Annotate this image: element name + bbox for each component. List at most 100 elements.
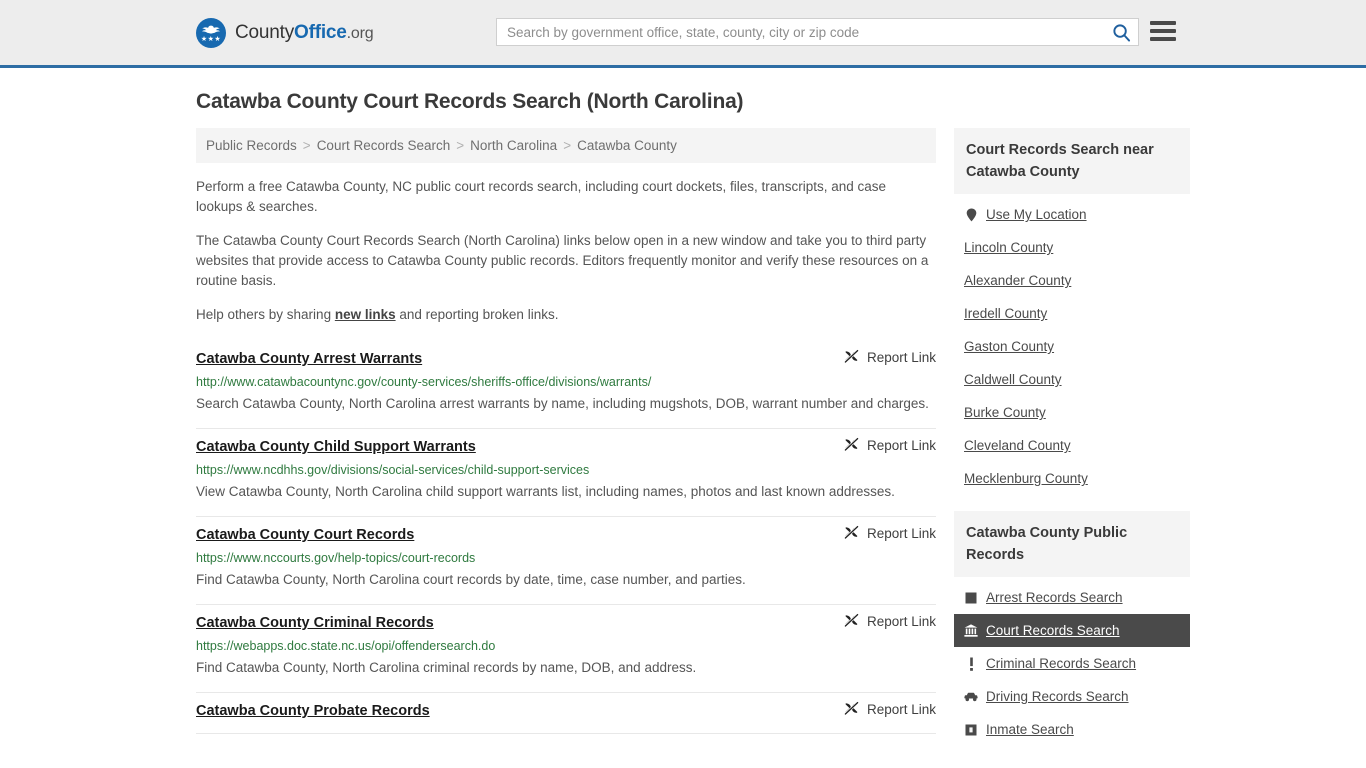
intro-section: Perform a free Catawba County, NC public… (196, 177, 936, 325)
eagle-icon (202, 25, 220, 34)
result-url-link[interactable]: http://www.catawbacountync.gov/county-se… (196, 374, 936, 390)
search-icon (1112, 23, 1130, 42)
car-icon (964, 690, 978, 704)
report-link-label: Report Link (866, 613, 936, 629)
breadcrumb-item[interactable]: Catawba County (577, 138, 677, 153)
result-header: Catawba County Child Support Warrants Rep… (196, 437, 936, 457)
broken-link-icon (844, 525, 859, 539)
logo-text-org: .org (346, 24, 374, 42)
sidebar-nearby-label[interactable]: Caldwell County (964, 372, 1062, 387)
map-pin-icon (964, 208, 978, 222)
breadcrumb-item[interactable]: Public Records (206, 138, 297, 153)
report-link-button[interactable]: Report Link (844, 701, 936, 717)
logo-stars: ★★★ (200, 35, 222, 43)
sidebar-nearby-label[interactable]: Alexander County (964, 273, 1071, 288)
result-description: Find Catawba County, North Carolina cour… (196, 572, 746, 587)
sidebar-nearby-item[interactable]: Burke County (954, 396, 1190, 429)
search-button[interactable] (1104, 19, 1138, 45)
result-url-link[interactable]: https://webapps.doc.state.nc.us/opi/offe… (196, 638, 936, 654)
sidebar-record-item[interactable]: Inmate Search (954, 713, 1190, 746)
report-link-button[interactable]: Report Link (844, 349, 936, 365)
breadcrumb: Public Records > Court Records Search > Nort… (196, 128, 936, 163)
sidebar-nearby-item[interactable]: Gaston County (954, 330, 1190, 363)
report-link-button[interactable]: Report Link (844, 437, 936, 453)
site-logo[interactable]: ★★★ CountyOffice.org (196, 17, 374, 48)
logo-wordmark: CountyOffice.org (235, 21, 374, 44)
breadcrumb-item[interactable]: North Carolina (470, 138, 557, 153)
result-url-link[interactable]: https://www.ncdhhs.gov/divisions/social-… (196, 462, 936, 478)
broken-link-icon (844, 613, 859, 627)
intro-p3-after: and reporting broken links. (395, 307, 559, 322)
broken-link-icon (844, 437, 859, 451)
sidebar-nearby-label[interactable]: Gaston County (964, 339, 1054, 354)
sidebar-nearby-item[interactable]: Iredell County (954, 297, 1190, 330)
sidebar-record-item[interactable]: Court Records Search (954, 614, 1190, 647)
sidebar-record-label[interactable]: Criminal Records Search (986, 656, 1136, 671)
breadcrumb-separator: > (563, 138, 572, 153)
result-header: Catawba County Probate Records Report Lin… (196, 701, 936, 721)
sidebar-nearby-label[interactable]: Iredell County (964, 306, 1047, 321)
broken-link-icon (844, 349, 859, 363)
courthouse-icon (964, 624, 978, 638)
sidebar-record-item[interactable]: Arrest Records Search (954, 581, 1190, 614)
sidebar-record-item[interactable]: Criminal Records Search (954, 647, 1190, 680)
report-link-button[interactable]: Report Link (844, 525, 936, 541)
report-link-label: Report Link (866, 525, 936, 541)
nearby-panel-heading: Court Records Search near Catawba County (954, 128, 1190, 194)
hamburger-bar (1150, 29, 1176, 33)
sidebar: Court Records Search near Catawba County… (954, 128, 1190, 762)
results-list: Catawba County Arrest Warrants Report Lin… (196, 345, 936, 734)
report-link-label: Report Link (866, 437, 936, 453)
result-header: Catawba County Court Records Report Link (196, 525, 936, 545)
sidebar-nearby-item[interactable]: Alexander County (954, 264, 1190, 297)
sidebar-record-label[interactable]: Driving Records Search (986, 689, 1129, 704)
logo-text-office: Office (294, 21, 347, 43)
main-column: Public Records > Court Records Search > Nort… (196, 128, 936, 734)
result-header: Catawba County Arrest Warrants Report Lin… (196, 349, 936, 369)
sidebar-nearby-label[interactable]: Use My Location (986, 207, 1087, 222)
sidebar-nearby-label[interactable]: Mecklenburg County (964, 471, 1088, 486)
result-title-link[interactable]: Catawba County Arrest Warrants (196, 349, 422, 369)
search-input[interactable] (497, 19, 1104, 45)
sidebar-nearby-item[interactable]: Mecklenburg County (954, 462, 1190, 495)
sidebar-record-item[interactable]: Driving Records Search (954, 680, 1190, 713)
result-title-link[interactable]: Catawba County Court Records (196, 525, 414, 545)
breadcrumb-item[interactable]: Court Records Search (317, 138, 451, 153)
result-item: Catawba County Criminal Records Report Li… (196, 605, 936, 693)
sidebar-nearby-label[interactable]: Burke County (964, 405, 1046, 420)
result-item: Catawba County Arrest Warrants Report Lin… (196, 345, 936, 429)
menu-button[interactable] (1150, 19, 1176, 43)
public-records-panel: Catawba County Public Records Arrest Rec… (954, 511, 1190, 746)
result-title-link[interactable]: Catawba County Criminal Records (196, 613, 434, 633)
sidebar-record-label[interactable]: Court Records Search (986, 623, 1120, 638)
inmate-icon (964, 723, 978, 737)
report-link-label: Report Link (866, 349, 936, 365)
square-icon (964, 591, 978, 605)
search-bar[interactable] (496, 18, 1139, 46)
sidebar-record-label[interactable]: Arrest Records Search (986, 590, 1123, 605)
broken-link-icon (844, 701, 859, 715)
result-item: Catawba County Child Support Warrants Rep… (196, 429, 936, 517)
public-records-panel-heading: Catawba County Public Records (954, 511, 1190, 577)
sidebar-nearby-item[interactable]: Cleveland County (954, 429, 1190, 462)
new-links-link[interactable]: new links (335, 307, 396, 322)
page-title: Catawba County Court Records Search (Nor… (196, 90, 744, 113)
report-link-button[interactable]: Report Link (844, 613, 936, 629)
result-url-link[interactable]: https://www.nccourts.gov/help-topics/cou… (196, 550, 936, 566)
breadcrumb-separator: > (456, 138, 465, 153)
sidebar-nearby-item[interactable]: Caldwell County (954, 363, 1190, 396)
page-container: Catawba County Court Records Search (Nor… (0, 90, 1366, 762)
county-office-logo-icon: ★★★ (196, 17, 226, 48)
result-title-link[interactable]: Catawba County Probate Records (196, 701, 430, 721)
sidebar-nearby-item[interactable]: Use My Location (954, 198, 1190, 231)
sidebar-nearby-label[interactable]: Lincoln County (964, 240, 1053, 255)
result-title-link[interactable]: Catawba County Child Support Warrants (196, 437, 476, 457)
exclamation-icon (964, 657, 978, 671)
intro-paragraph-1: Perform a free Catawba County, NC public… (196, 179, 887, 214)
sidebar-record-label[interactable]: Inmate Search (986, 722, 1074, 737)
intro-p3-before: Help others by sharing (196, 307, 335, 322)
sidebar-nearby-item[interactable]: Lincoln County (954, 231, 1190, 264)
site-header: ★★★ CountyOffice.org (0, 0, 1366, 68)
report-link-label: Report Link (866, 701, 936, 717)
sidebar-nearby-label[interactable]: Cleveland County (964, 438, 1071, 453)
